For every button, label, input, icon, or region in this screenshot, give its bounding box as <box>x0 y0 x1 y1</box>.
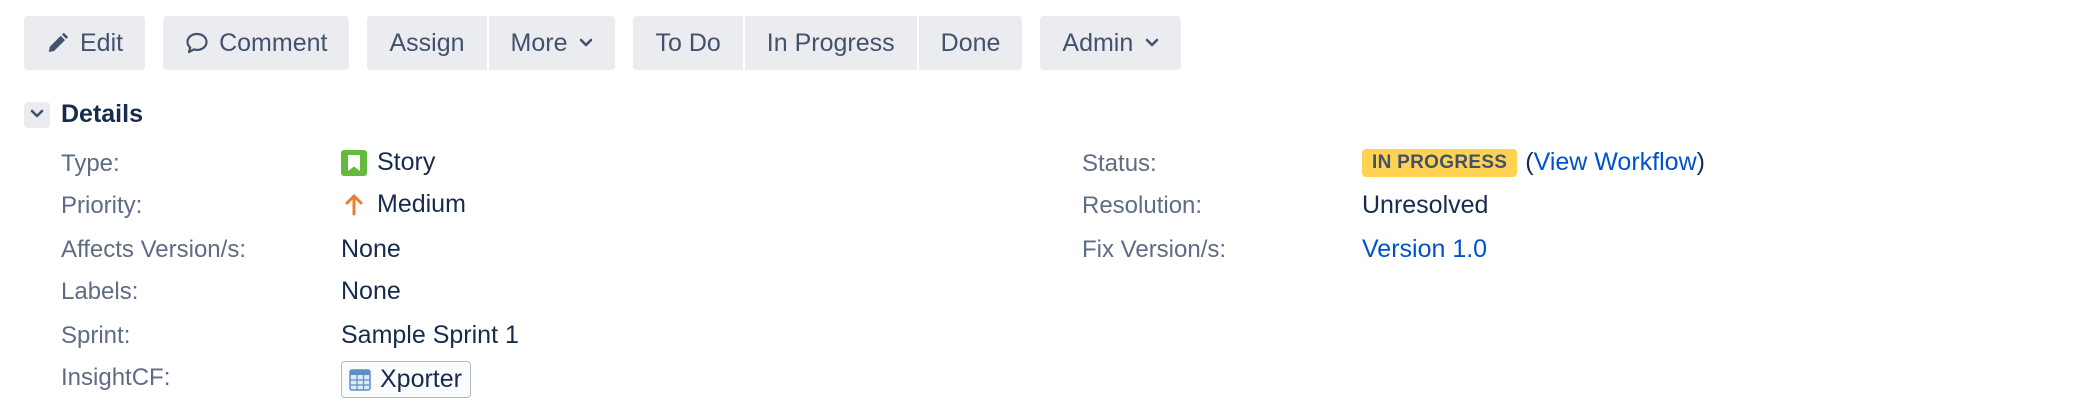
insight-cf-label: InsightCF: <box>61 364 171 391</box>
insight-cf-value: Xporter <box>341 361 471 398</box>
admin-group: Admin <box>1040 16 1182 70</box>
labels-label: Labels: <box>61 278 139 305</box>
issue-toolbar: Edit Comment Assign More To Do In Progre… <box>24 16 1199 70</box>
workflow-transition-group: To Do In Progress Done <box>633 16 1023 70</box>
more-button[interactable]: More <box>488 16 616 70</box>
sprint-value[interactable]: Sample Sprint 1 <box>341 321 519 350</box>
pencil-icon <box>46 31 70 55</box>
chevron-down-icon <box>1145 38 1159 48</box>
comment-button[interactable]: Comment <box>163 16 350 70</box>
view-workflow-close-paren: ) <box>1696 148 1705 176</box>
table-icon <box>349 368 371 391</box>
resolution-label: Resolution: <box>1082 192 1203 219</box>
insight-object-text: Xporter <box>380 365 462 393</box>
fix-versions-label: Fix Version/s: <box>1082 236 1227 263</box>
view-workflow-link[interactable]: View Workflow <box>1534 148 1697 177</box>
fix-versions-link[interactable]: Version 1.0 <box>1362 235 1487 264</box>
view-workflow-open-paren: ( <box>1525 148 1534 176</box>
sprint-label: Sprint: <box>61 322 131 349</box>
done-label: Done <box>940 28 1001 57</box>
resolution-value: Unresolved <box>1362 191 1489 219</box>
details-toggle-button[interactable] <box>24 101 50 128</box>
type-text: Story <box>377 148 436 176</box>
in-progress-button[interactable]: In Progress <box>744 16 917 70</box>
chevron-down-icon <box>30 106 44 124</box>
status-value: IN PROGRESS ( View Workflow ) <box>1362 148 1705 177</box>
assign-label: Assign <box>389 28 465 57</box>
details-title: Details <box>61 100 143 128</box>
status-label: Status: <box>1082 150 1157 177</box>
arrow-up-icon <box>341 192 367 218</box>
edit-button[interactable]: Edit <box>24 16 146 70</box>
status-lozenge: IN PROGRESS <box>1362 148 1518 177</box>
details-section-header: Details <box>24 100 143 129</box>
chevron-down-icon <box>579 38 593 48</box>
in-progress-label: In Progress <box>766 28 895 57</box>
type-value: Story <box>341 148 435 177</box>
done-button[interactable]: Done <box>918 16 1023 70</box>
affects-versions-value: None <box>341 235 401 263</box>
admin-button[interactable]: Admin <box>1040 16 1182 70</box>
comment-group: Comment <box>163 16 350 70</box>
to-do-label: To Do <box>655 28 721 57</box>
priority-value: Medium <box>341 190 466 219</box>
comment-label: Comment <box>219 28 328 57</box>
speech-bubble-icon <box>185 31 209 55</box>
type-label: Type: <box>61 150 120 177</box>
affects-versions-label: Affects Version/s: <box>61 236 246 263</box>
edit-label: Edit <box>80 28 124 57</box>
edit-group: Edit <box>24 16 146 70</box>
more-label: More <box>510 28 568 57</box>
priority-text: Medium <box>377 190 466 218</box>
labels-value: None <box>341 277 401 305</box>
to-do-button[interactable]: To Do <box>633 16 743 70</box>
insight-object-chip[interactable]: Xporter <box>341 361 471 398</box>
admin-label: Admin <box>1062 28 1134 57</box>
assign-more-group: Assign More <box>367 16 616 70</box>
priority-label: Priority: <box>61 192 143 219</box>
story-bookmark-icon <box>341 149 367 176</box>
assign-button[interactable]: Assign <box>367 16 487 70</box>
